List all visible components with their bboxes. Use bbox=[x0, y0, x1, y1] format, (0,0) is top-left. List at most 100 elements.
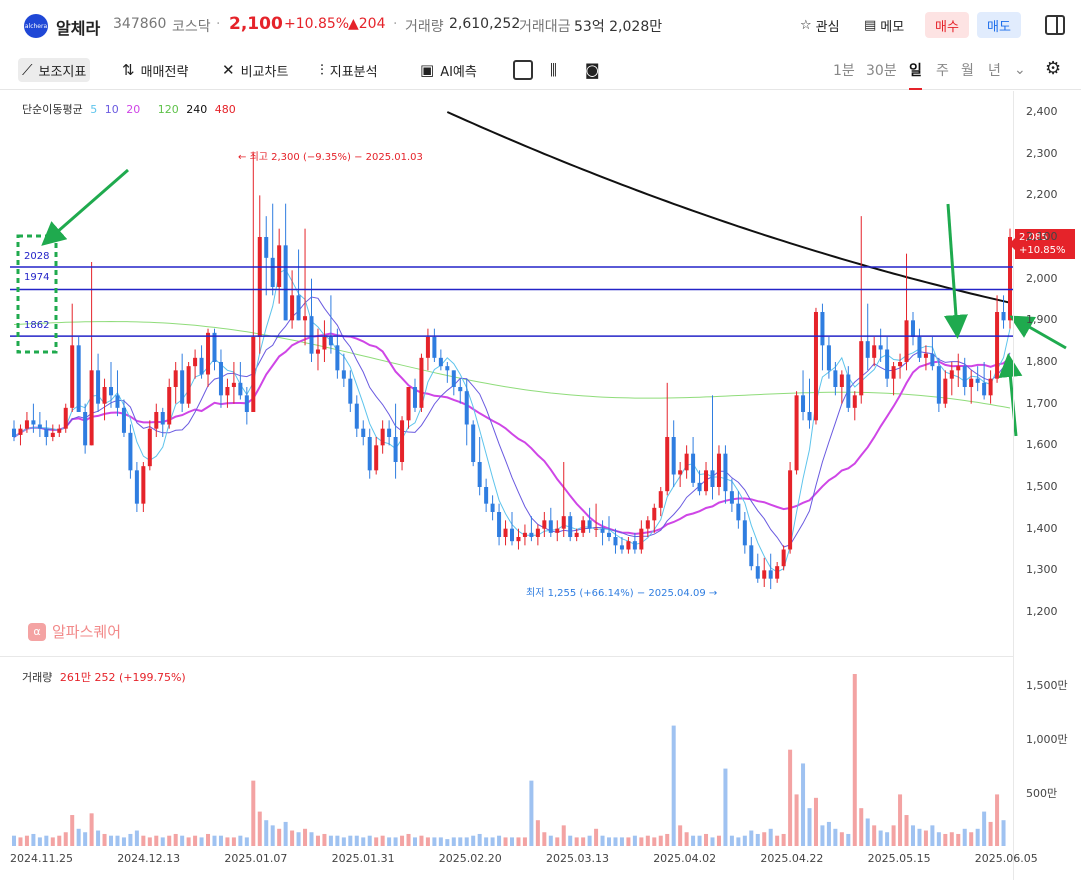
candle-body bbox=[574, 532, 579, 537]
low-note-text: 최저 1,255 (+66.14%) − 2025.04.09 bbox=[526, 588, 706, 599]
volume-bar bbox=[535, 820, 540, 846]
candle-body bbox=[801, 395, 806, 412]
candle-body bbox=[315, 349, 320, 354]
candle-body bbox=[639, 528, 644, 550]
candle-body bbox=[212, 332, 217, 362]
candle-body bbox=[529, 532, 534, 537]
alphasquare-logo-icon: α bbox=[28, 622, 46, 641]
candle-body bbox=[645, 520, 650, 529]
volume-bar bbox=[471, 835, 476, 846]
candle-body bbox=[839, 374, 844, 387]
candle-body bbox=[904, 320, 909, 362]
volume-bar bbox=[600, 835, 605, 846]
candle-body bbox=[949, 370, 954, 379]
volume-bar bbox=[432, 837, 437, 846]
volume-legend-value: 261만 252 (+199.75%) bbox=[59, 671, 186, 684]
volume-bar bbox=[594, 828, 599, 846]
candle-body bbox=[438, 357, 443, 367]
volume-bar bbox=[367, 835, 372, 846]
volume-bar bbox=[962, 828, 967, 846]
candle-body bbox=[969, 378, 974, 387]
volume-bar bbox=[83, 832, 88, 846]
volume-bar bbox=[813, 797, 818, 846]
candle-body bbox=[910, 320, 915, 337]
volume-bar bbox=[160, 837, 165, 846]
volume-bar bbox=[283, 821, 288, 846]
volume-bar bbox=[167, 835, 172, 846]
volume-bar bbox=[568, 835, 573, 846]
ma5-label: 5 bbox=[90, 103, 98, 116]
candle-body bbox=[600, 528, 605, 533]
ma-legend: 단순이동평균 5 10 20 120 240 480 bbox=[22, 101, 240, 117]
volume-bar bbox=[244, 837, 249, 846]
candle-body bbox=[581, 520, 586, 533]
volume-tick-label: 1,000만 bbox=[1026, 733, 1068, 746]
candle-body bbox=[516, 537, 521, 542]
candle-body bbox=[464, 391, 469, 425]
volume-bar bbox=[109, 835, 114, 846]
date-tick-label: 2024.12.13 bbox=[117, 852, 181, 865]
candle-body bbox=[490, 503, 495, 512]
ma20-label: 20 bbox=[126, 103, 141, 116]
candle-body bbox=[684, 453, 689, 471]
volume-bar bbox=[354, 835, 359, 846]
volume-bar bbox=[115, 835, 120, 846]
volume-tick-label: 1,500만 bbox=[1026, 679, 1068, 692]
volume-bar bbox=[995, 794, 1000, 846]
candle-body bbox=[128, 432, 133, 471]
volume-bar bbox=[173, 833, 178, 846]
candle-body bbox=[121, 407, 126, 433]
volume-tick-label: 500만 bbox=[1026, 787, 1058, 800]
price-tick-label: 2,200 bbox=[1026, 188, 1058, 202]
candle-body bbox=[678, 470, 683, 475]
volume-legend: 거래량 261만 252 (+199.75%) bbox=[22, 669, 186, 685]
volume-bar bbox=[936, 832, 941, 846]
volume-bar bbox=[607, 837, 612, 846]
ma480-label: 480 bbox=[214, 103, 236, 116]
price-tick-label: 2,100 bbox=[1026, 230, 1058, 243]
volume-bar bbox=[277, 828, 282, 846]
candle-body bbox=[406, 387, 411, 421]
volume-bar bbox=[794, 794, 799, 846]
volume-bar bbox=[522, 837, 527, 846]
candle-body bbox=[943, 378, 948, 404]
volume-bar bbox=[891, 825, 896, 846]
candle-body bbox=[820, 312, 825, 346]
volume-bar bbox=[923, 830, 928, 846]
volume-bar bbox=[587, 835, 592, 846]
volume-bar bbox=[490, 837, 495, 846]
price-tick-label: 2,400 bbox=[1026, 105, 1058, 118]
volume-bar bbox=[988, 821, 993, 846]
volume-bar bbox=[639, 837, 644, 846]
candle-body bbox=[568, 516, 573, 537]
high-note-text: 최고 2,300 (−9.35%) − 2025.01.03 bbox=[249, 152, 423, 163]
volume-bar bbox=[18, 837, 23, 846]
candle-body bbox=[619, 545, 624, 550]
date-tick-label: 2025.05.15 bbox=[867, 852, 931, 865]
green-arrow bbox=[41, 168, 129, 246]
volume-bar bbox=[723, 768, 728, 846]
candle-body bbox=[57, 428, 62, 433]
candle-body bbox=[277, 245, 282, 287]
ma120-label: 120 bbox=[157, 103, 179, 116]
volume-bar bbox=[755, 833, 760, 846]
volume-bar bbox=[335, 835, 340, 846]
candle-body bbox=[218, 362, 223, 396]
candle-body bbox=[303, 316, 308, 321]
candle-body bbox=[238, 382, 243, 396]
price-chart-canvas[interactable] bbox=[0, 0, 1081, 880]
candle-body bbox=[70, 345, 75, 408]
candle-body bbox=[471, 424, 476, 462]
volume-bar bbox=[852, 674, 857, 846]
date-tick-label: 2024.11.25 bbox=[10, 852, 73, 865]
candle-body bbox=[425, 337, 430, 358]
candle-body bbox=[322, 337, 327, 350]
candle-body bbox=[923, 353, 928, 358]
candle-body bbox=[716, 453, 721, 487]
date-tick-label: 2025.06.05 bbox=[974, 852, 1038, 865]
candle-body bbox=[458, 387, 463, 392]
price-tick-label: 1,700 bbox=[1026, 396, 1058, 410]
candle-body bbox=[898, 362, 903, 367]
candle-body bbox=[917, 337, 922, 358]
candle-body bbox=[503, 528, 508, 537]
